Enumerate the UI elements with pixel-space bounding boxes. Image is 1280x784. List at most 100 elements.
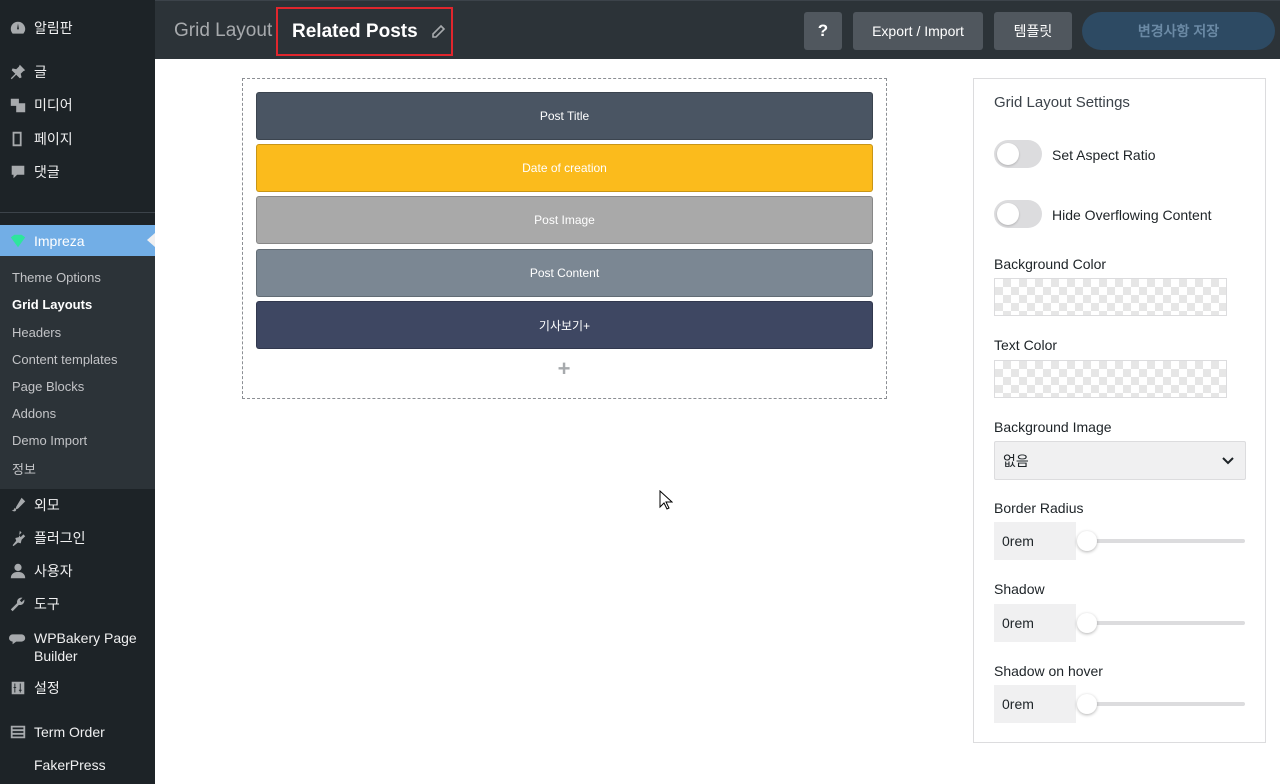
submenu-theme-options[interactable]: Theme Options bbox=[12, 270, 101, 285]
list-icon bbox=[0, 723, 34, 741]
toggle-knob bbox=[997, 203, 1019, 225]
page-icon bbox=[0, 130, 34, 148]
sidebar-item-term-order[interactable]: Term Order bbox=[0, 723, 155, 741]
wpbakery-icon bbox=[0, 629, 34, 647]
appearance-icon bbox=[0, 496, 34, 514]
sidebar-item-label: FakerPress bbox=[34, 757, 106, 773]
shadow-hover-slider[interactable]: 0rem bbox=[994, 685, 1246, 723]
pencil-icon[interactable] bbox=[430, 24, 446, 40]
sidebar-item-label: Term Order bbox=[34, 724, 105, 740]
slider-track[interactable] bbox=[1087, 702, 1245, 706]
slider-track[interactable] bbox=[1087, 539, 1245, 543]
element-post-image[interactable]: Post Image bbox=[256, 196, 873, 244]
impreza-submenu: Theme Options Grid Layouts Headers Conte… bbox=[0, 256, 155, 489]
add-element-icon[interactable]: + bbox=[554, 358, 574, 380]
impreza-icon bbox=[0, 232, 34, 250]
dashboard-icon bbox=[0, 19, 34, 37]
sidebar-item-tools[interactable]: 도구 bbox=[0, 595, 155, 613]
sidebar-item-label: 댓글 bbox=[34, 164, 60, 180]
sidebar-item-label: 설정 bbox=[34, 680, 60, 696]
submenu-addons[interactable]: Addons bbox=[12, 406, 56, 421]
element-date-of-creation[interactable]: Date of creation bbox=[256, 144, 873, 192]
slider-track[interactable] bbox=[1087, 621, 1245, 625]
sidebar-item-impreza[interactable]: Impreza bbox=[0, 225, 155, 256]
shadow-hover-value[interactable]: 0rem bbox=[994, 685, 1076, 723]
aspect-ratio-label: Set Aspect Ratio bbox=[1052, 147, 1156, 163]
sidebar-item-label: 글 bbox=[34, 64, 47, 80]
grid-layout-canvas: Post Title Date of creation Post Image P… bbox=[242, 78, 887, 399]
chevron-down-icon bbox=[1222, 457, 1234, 465]
sidebar-item-appearance[interactable]: 외모 bbox=[0, 496, 155, 514]
sidebar-item-comments[interactable]: 댓글 bbox=[0, 163, 155, 181]
sidebar-item-pages[interactable]: 페이지 bbox=[0, 130, 155, 148]
element-post-title[interactable]: Post Title bbox=[256, 92, 873, 140]
text-color-label: Text Color bbox=[994, 337, 1058, 353]
sidebar-item-users[interactable]: 사용자 bbox=[0, 562, 155, 580]
submenu-headers[interactable]: Headers bbox=[12, 325, 61, 340]
layout-title-box[interactable]: Related Posts bbox=[276, 7, 453, 56]
shadow-hover-label: Shadow on hover bbox=[994, 663, 1103, 679]
shadow-label: Shadow bbox=[994, 581, 1045, 597]
wrench-icon bbox=[0, 595, 34, 613]
border-radius-label: Border Radius bbox=[994, 500, 1084, 516]
comment-icon bbox=[0, 163, 34, 181]
shadow-value[interactable]: 0rem bbox=[994, 604, 1076, 642]
sidebar-item-dashboard[interactable]: 알림판 bbox=[0, 19, 155, 37]
sidebar-item-fakerpress[interactable]: FakerPress bbox=[0, 756, 155, 774]
slider-thumb[interactable] bbox=[1077, 694, 1097, 714]
sidebar-item-plugins[interactable]: 플러그인 bbox=[0, 529, 155, 547]
text-color-picker[interactable] bbox=[994, 360, 1227, 398]
slider-thumb[interactable] bbox=[1077, 613, 1097, 633]
element-post-content[interactable]: Post Content bbox=[256, 249, 873, 297]
select-value: 없음 bbox=[1003, 452, 1029, 469]
page-title[interactable]: Related Posts bbox=[292, 21, 418, 43]
sidebar-item-label: 페이지 bbox=[34, 131, 73, 147]
submenu-content-templates[interactable]: Content templates bbox=[12, 352, 118, 367]
sidebar-divider bbox=[0, 212, 155, 213]
plugin-icon bbox=[0, 529, 34, 547]
settings-icon bbox=[0, 679, 34, 697]
submenu-grid-layouts[interactable]: Grid Layouts bbox=[12, 297, 92, 312]
shadow-slider[interactable]: 0rem bbox=[994, 604, 1246, 642]
settings-heading: Grid Layout Settings bbox=[994, 94, 1130, 111]
sidebar-item-label: 플러그인 bbox=[34, 530, 86, 546]
export-import-button[interactable]: Export / Import bbox=[853, 12, 983, 50]
sidebar-item-wpbakery[interactable]: WPBakery Page Builder bbox=[0, 629, 155, 665]
background-color-label: Background Color bbox=[994, 256, 1107, 272]
admin-sidebar: 알림판 글 미디어 페이지 댓글 Impreza Theme Options G… bbox=[0, 0, 155, 784]
sidebar-item-label: 알림판 bbox=[34, 20, 73, 36]
slider-thumb[interactable] bbox=[1077, 531, 1097, 551]
user-icon bbox=[0, 562, 34, 580]
sidebar-item-label: WPBakery Page Builder bbox=[34, 630, 137, 664]
sidebar-item-label: 사용자 bbox=[34, 563, 73, 579]
grid-layout-settings-panel: Grid Layout Settings Set Aspect Ratio Hi… bbox=[973, 78, 1266, 743]
sidebar-item-label: 미디어 bbox=[34, 97, 73, 113]
background-image-label: Background Image bbox=[994, 419, 1112, 435]
background-color-picker[interactable] bbox=[994, 278, 1227, 316]
pin-icon bbox=[0, 63, 34, 81]
element-read-more[interactable]: 기사보기+ bbox=[256, 301, 873, 349]
toggle-knob bbox=[997, 143, 1019, 165]
submenu-demo-import[interactable]: Demo Import bbox=[12, 433, 87, 448]
editor-toolbar: Grid Layout Related Posts ? Export / Imp… bbox=[155, 0, 1280, 59]
mouse-cursor-icon bbox=[659, 490, 673, 510]
submenu-page-blocks[interactable]: Page Blocks bbox=[12, 379, 84, 394]
sidebar-item-label: Impreza bbox=[34, 232, 85, 249]
border-radius-value[interactable]: 0rem bbox=[994, 522, 1076, 560]
border-radius-slider[interactable]: 0rem bbox=[994, 522, 1246, 560]
submenu-info[interactable]: 정보 bbox=[12, 459, 36, 478]
background-image-select[interactable]: 없음 bbox=[994, 441, 1246, 480]
sidebar-item-posts[interactable]: 글 bbox=[0, 63, 155, 81]
sidebar-item-label: 도구 bbox=[34, 596, 60, 612]
sidebar-item-media[interactable]: 미디어 bbox=[0, 96, 155, 114]
save-changes-button[interactable]: 변경사항 저장 bbox=[1082, 12, 1275, 50]
media-icon bbox=[0, 96, 34, 114]
breadcrumb[interactable]: Grid Layout bbox=[174, 20, 272, 42]
templates-button[interactable]: 템플릿 bbox=[994, 12, 1072, 50]
hide-overflow-toggle[interactable] bbox=[994, 200, 1042, 228]
sidebar-item-settings[interactable]: 설정 bbox=[0, 679, 155, 697]
aspect-ratio-toggle[interactable] bbox=[994, 140, 1042, 168]
help-button[interactable]: ? bbox=[804, 12, 842, 50]
sidebar-item-label: 외모 bbox=[34, 497, 60, 513]
hide-overflow-label: Hide Overflowing Content bbox=[1052, 207, 1212, 223]
